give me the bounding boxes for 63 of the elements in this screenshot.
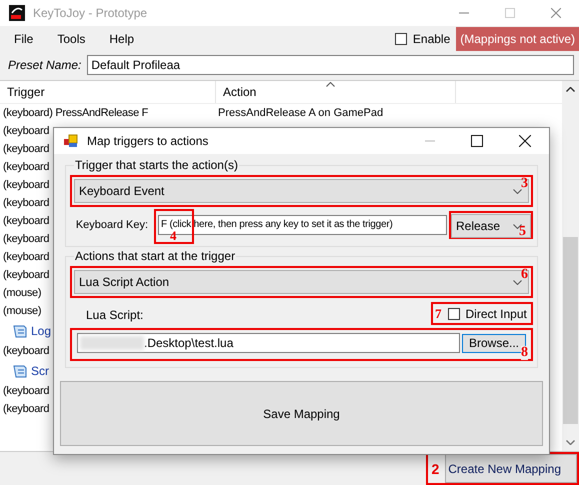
dialog-app-icon	[63, 133, 79, 149]
create-new-mapping-button[interactable]: Create New Mapping	[445, 454, 577, 483]
menu-item[interactable]: Help	[95, 32, 144, 46]
scrollbar[interactable]	[562, 81, 579, 451]
table-cell-text: PressAndRelease A on GamePad	[217, 107, 384, 119]
save-mapping-button[interactable]: Save Mapping	[60, 381, 543, 446]
chevron-down-icon	[513, 280, 522, 284]
status-badge: (Mappings not active)	[456, 27, 579, 51]
preset-label: Preset Name:	[8, 58, 82, 72]
menu-item[interactable]: Tools	[43, 32, 96, 46]
lua-script-label: Lua Script:	[85, 308, 144, 324]
maximize-icon[interactable]	[471, 135, 483, 147]
table-cell-text: (keyboard	[2, 251, 50, 263]
scroll-down-icon[interactable]	[566, 440, 575, 445]
dropdown-value: Lua Script Action	[79, 275, 170, 289]
field-value: .Desktop\test.lua	[144, 336, 234, 350]
annotation-number: 8	[521, 346, 528, 360]
window-title: KeyToJoy - Prototype	[33, 6, 148, 20]
menu-item[interactable]: File	[0, 32, 44, 46]
direct-input-label: Direct Input	[466, 306, 527, 320]
annotation-number: 2	[431, 460, 440, 476]
table-cell-text: (keyboard	[2, 345, 50, 357]
group-header[interactable]: Log	[31, 324, 52, 338]
chevron-down-icon	[513, 188, 522, 194]
table-cell-text: (keyboard	[2, 143, 50, 155]
scrollbar-thumb[interactable]	[563, 237, 578, 424]
annotation-number: 5	[519, 224, 526, 240]
column-header[interactable]: Trigger	[0, 81, 216, 103]
table-cell-text: (keyboard	[2, 403, 50, 415]
close-icon[interactable]	[519, 135, 531, 147]
annotation-number: 7	[435, 306, 442, 322]
table-cell-text: (mouse)	[2, 287, 42, 299]
table-cell-text: (mouse)	[2, 305, 42, 317]
scroll-up-icon[interactable]	[566, 87, 575, 92]
group-title: Trigger that starts the action(s)	[74, 158, 239, 172]
table-cell-text: (keyboard	[2, 161, 50, 173]
table-cell-text: (keyboard	[2, 269, 50, 281]
script-icon	[12, 363, 28, 379]
app-logo-icon	[9, 5, 25, 21]
table-cell-text: (keyboard	[2, 197, 50, 209]
dropdown-value: Release	[456, 219, 500, 233]
dialog-title: Map triggers to actions	[87, 134, 208, 148]
preset-name-field[interactable]: Default Profileaa	[87, 55, 574, 75]
keyboard-key-label: Keyboard Key:	[74, 219, 149, 231]
table-cell-text: (keyboard	[2, 215, 50, 227]
table-cell-text: (keyboard) PressAndRelease F	[2, 107, 150, 119]
table-cell-text: (keyboard	[2, 179, 50, 191]
script-path-field[interactable]: .Desktop\test.lua	[77, 333, 460, 353]
enable-checkbox[interactable]	[394, 33, 407, 45]
script-icon	[12, 323, 28, 339]
group-title: Actions that start at the trigger	[74, 249, 236, 263]
table-cell-text: (keyboard	[2, 385, 50, 397]
annotation-number: 6	[521, 267, 528, 283]
redacted-blur	[80, 336, 144, 350]
dropdown-value: Keyboard Event	[79, 184, 164, 198]
annotation-number: 3	[521, 176, 528, 192]
group-header[interactable]: Scr	[31, 364, 49, 378]
column-header[interactable]: Action	[216, 81, 456, 103]
enable-label: Enable	[412, 32, 450, 46]
table-cell-text: (keyboard	[2, 233, 50, 245]
sort-caret-icon	[326, 82, 335, 87]
table-cell-text: (keyboard	[2, 125, 50, 137]
direct-input-checkbox[interactable]	[448, 308, 460, 320]
